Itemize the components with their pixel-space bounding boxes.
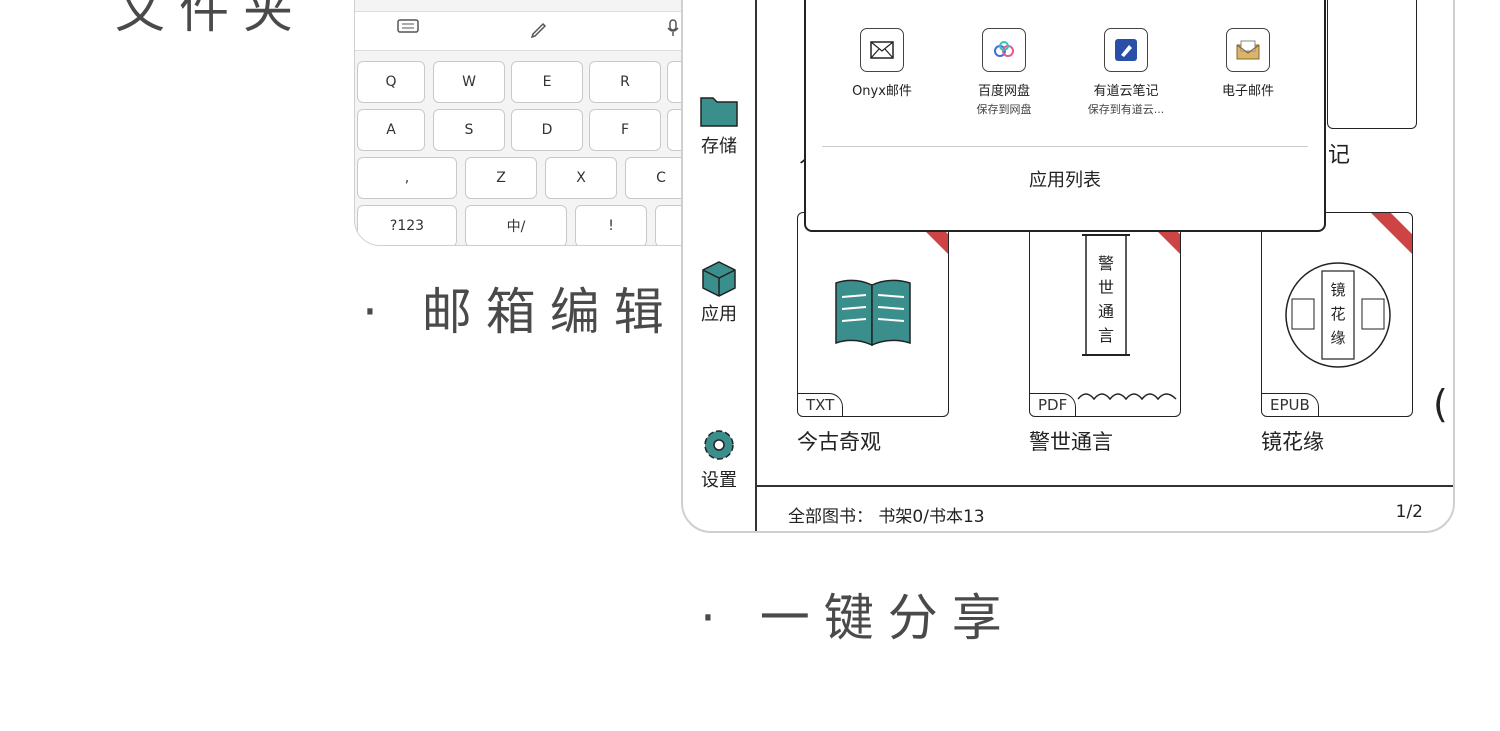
svg-text:花: 花 bbox=[1330, 305, 1345, 323]
svg-text:缘: 缘 bbox=[1330, 329, 1345, 347]
sidebar-divider bbox=[755, 0, 757, 531]
next-page-bracket[interactable]: ( bbox=[1433, 382, 1448, 426]
share-youdao-note[interactable]: 有道云笔记 保存到有道云... bbox=[1066, 28, 1186, 117]
book-title[interactable]: 镜花缘 bbox=[1261, 426, 1324, 456]
key-w[interactable]: W bbox=[433, 61, 505, 103]
book-count: 全部图书： 书架0/书本13 bbox=[788, 507, 985, 527]
format-badge: PDF bbox=[1030, 393, 1077, 416]
format-badge: EPUB bbox=[1262, 393, 1319, 416]
svg-text:通: 通 bbox=[1098, 302, 1114, 321]
svg-text:世: 世 bbox=[1098, 278, 1114, 297]
share-item-name: 百度网盘 bbox=[977, 84, 1030, 99]
svg-text:言: 言 bbox=[1098, 326, 1114, 345]
cube-icon bbox=[699, 260, 739, 298]
share-item-sub: 保存到有道云... bbox=[1087, 103, 1165, 116]
share-baidu-pan[interactable]: 百度网盘 保存到网盘 bbox=[944, 28, 1064, 117]
key-exclamation[interactable]: ! bbox=[575, 205, 647, 245]
key-z[interactable]: Z bbox=[465, 157, 537, 199]
page-indicator[interactable]: 1/2 bbox=[1396, 502, 1423, 522]
envelope-icon bbox=[1226, 28, 1270, 72]
svg-text:警: 警 bbox=[1098, 254, 1114, 273]
share-email[interactable]: 电子邮件 bbox=[1188, 28, 1308, 99]
pen-icon[interactable] bbox=[529, 18, 549, 43]
youdao-note-icon bbox=[1104, 28, 1148, 72]
scroll-cover-icon: 警 世 通 言 bbox=[1077, 234, 1177, 401]
footer-divider bbox=[757, 485, 1453, 487]
sidebar-item-label: 应用 bbox=[701, 304, 737, 325]
round-window-cover-icon: 镜 花 缘 bbox=[1285, 262, 1391, 368]
sidebar-item-settings[interactable]: 设置 bbox=[689, 426, 749, 492]
book-card-1[interactable]: TXT bbox=[797, 212, 949, 417]
key-d[interactable]: D bbox=[511, 109, 583, 151]
gear-icon bbox=[699, 426, 739, 464]
key-r[interactable]: R bbox=[589, 61, 661, 103]
folder-caption: 文件夹 bbox=[115, 0, 307, 39]
format-badge: TXT bbox=[798, 393, 844, 416]
keyboard-panel: Q W E R A S D F , Z X C ?123 中/ ! bbox=[354, 0, 716, 246]
sidebar-item-storage[interactable]: 存储 bbox=[689, 92, 749, 158]
key-comma[interactable]: , bbox=[357, 157, 457, 199]
key-e[interactable]: E bbox=[511, 61, 583, 103]
key-f[interactable]: F bbox=[589, 109, 661, 151]
svg-text:镜: 镜 bbox=[1330, 281, 1345, 299]
book-card-2[interactable]: 警 世 通 言 PDF bbox=[1029, 212, 1181, 417]
book-cover-partial[interactable] bbox=[1327, 0, 1417, 129]
share-popup: Onyx邮件 百度网盘 保存到网盘 有道云笔记 保存到有道云... 电子邮件 应… bbox=[804, 0, 1326, 232]
share-item-name: 电子邮件 bbox=[1221, 84, 1274, 99]
sidebar-item-label: 设置 bbox=[701, 470, 737, 491]
share-item-name: Onyx邮件 bbox=[852, 84, 912, 99]
partial-title-right: 记 bbox=[1328, 143, 1351, 168]
book-card-3[interactable]: 镜 花 缘 EPUB bbox=[1261, 212, 1413, 417]
popup-divider bbox=[822, 146, 1308, 147]
keyboard-icon[interactable] bbox=[397, 18, 419, 39]
key-language[interactable]: 中/ bbox=[465, 205, 567, 245]
app-list-button[interactable]: 应用列表 bbox=[806, 166, 1324, 192]
mail-icon bbox=[860, 28, 904, 72]
key-a[interactable]: A bbox=[357, 109, 425, 151]
reader-device: 存储 应用 设置 人 记 ( TXT 今古奇观 bbox=[681, 0, 1455, 533]
mail-edit-caption: · 邮箱编辑 bbox=[362, 283, 678, 341]
keyboard-toolbar bbox=[355, 11, 715, 51]
sidebar-item-apps[interactable]: 应用 bbox=[689, 260, 749, 326]
share-item-sub: 保存到网盘 bbox=[976, 103, 1032, 116]
key-s[interactable]: S bbox=[433, 109, 505, 151]
microphone-icon[interactable] bbox=[665, 18, 681, 43]
folder-icon bbox=[699, 92, 739, 130]
baidu-cloud-icon bbox=[982, 28, 1026, 72]
sidebar-item-label: 存储 bbox=[701, 136, 737, 157]
book-title[interactable]: 警世通言 bbox=[1029, 426, 1113, 456]
share-item-name: 有道云笔记 bbox=[1093, 84, 1159, 99]
key-q[interactable]: Q bbox=[357, 61, 425, 103]
key-numbers[interactable]: ?123 bbox=[357, 205, 457, 245]
one-key-share-caption: · 一键分享 bbox=[700, 589, 1016, 647]
open-book-icon bbox=[835, 279, 911, 347]
key-x[interactable]: X bbox=[545, 157, 617, 199]
book-title[interactable]: 今古奇观 bbox=[797, 426, 881, 456]
share-onyx-mail[interactable]: Onyx邮件 bbox=[822, 28, 942, 99]
